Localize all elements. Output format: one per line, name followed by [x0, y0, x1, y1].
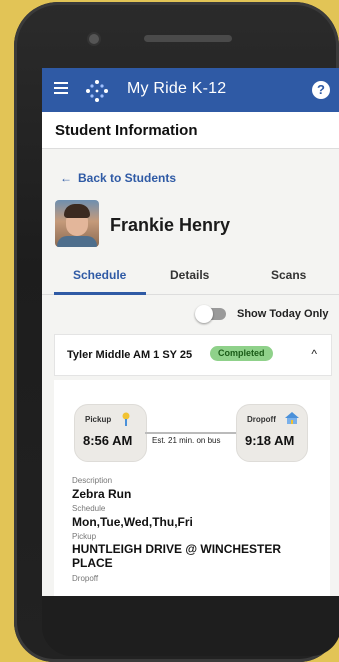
- student-name: Frankie Henry: [110, 215, 231, 235]
- schedule-label: Schedule: [72, 504, 106, 513]
- dropoff-pill: Dropoff 9:18 AM: [236, 404, 308, 462]
- back-arrow-icon: ←: [60, 171, 72, 185]
- dropoff-label: Dropoff: [247, 415, 276, 424]
- speaker: [144, 35, 232, 42]
- dropoff-time: 9:18 AM: [245, 433, 295, 448]
- back-label: Back to Students: [78, 171, 177, 185]
- pickup-detail-label: Pickup: [72, 532, 97, 541]
- help-icon[interactable]: ?: [312, 81, 330, 99]
- show-today-label: Show Today Only: [237, 308, 329, 320]
- show-today-toggle[interactable]: [195, 305, 226, 323]
- menu-icon[interactable]: [54, 82, 68, 94]
- show-today-row: Show Today Only: [42, 304, 339, 326]
- status-badge: Completed: [210, 346, 273, 361]
- tab-bar: Schedule Details Scans: [42, 258, 339, 295]
- phone-frame: My Ride K-12 ? Student Information ← Back…: [14, 2, 339, 662]
- phone-chin: [42, 596, 339, 656]
- pickup-pin-icon: [122, 412, 130, 426]
- bus-route-line: [145, 432, 236, 434]
- app-bar: My Ride K-12 ?: [42, 68, 339, 112]
- bus-estimate: Est. 21 min. on bus: [152, 436, 221, 445]
- pickup-pill: Pickup 8:56 AM: [74, 404, 147, 462]
- app-logo-icon: [86, 80, 108, 102]
- pickup-label: Pickup: [85, 415, 112, 424]
- avatar: [55, 200, 99, 247]
- chevron-up-icon[interactable]: ^: [311, 347, 317, 361]
- camera: [89, 34, 99, 44]
- tab-details[interactable]: Details: [170, 268, 209, 282]
- pickup-detail-value: HUNTLEIGH DRIVE @ WINCHESTER PLACE: [72, 542, 282, 570]
- back-to-students-link[interactable]: ← Back to Students: [60, 171, 176, 185]
- trip-card: Pickup 8:56 AM Est. 21 min. on bus Dropo…: [54, 380, 330, 596]
- app-title: My Ride K-12: [127, 80, 227, 97]
- school-icon: [285, 412, 299, 424]
- pickup-time: 8:56 AM: [83, 433, 133, 448]
- description-label: Description: [72, 476, 113, 485]
- schedule-value: Mon,Tue,Wed,Thu,Fri: [72, 515, 193, 529]
- page-title: Student Information: [55, 122, 198, 139]
- dropoff-detail-label: Dropoff: [72, 574, 99, 583]
- tab-scans[interactable]: Scans: [271, 268, 306, 282]
- tab-schedule[interactable]: Schedule: [73, 268, 126, 282]
- description-value: Zebra Run: [72, 487, 132, 501]
- route-name: Tyler Middle AM 1 SY 25: [67, 349, 193, 361]
- active-tab-indicator: [54, 292, 146, 295]
- section-header: Student Information: [42, 112, 339, 149]
- route-header[interactable]: Tyler Middle AM 1 SY 25 Completed ^: [54, 334, 332, 376]
- app-screen: My Ride K-12 ? Student Information ← Back…: [42, 68, 339, 596]
